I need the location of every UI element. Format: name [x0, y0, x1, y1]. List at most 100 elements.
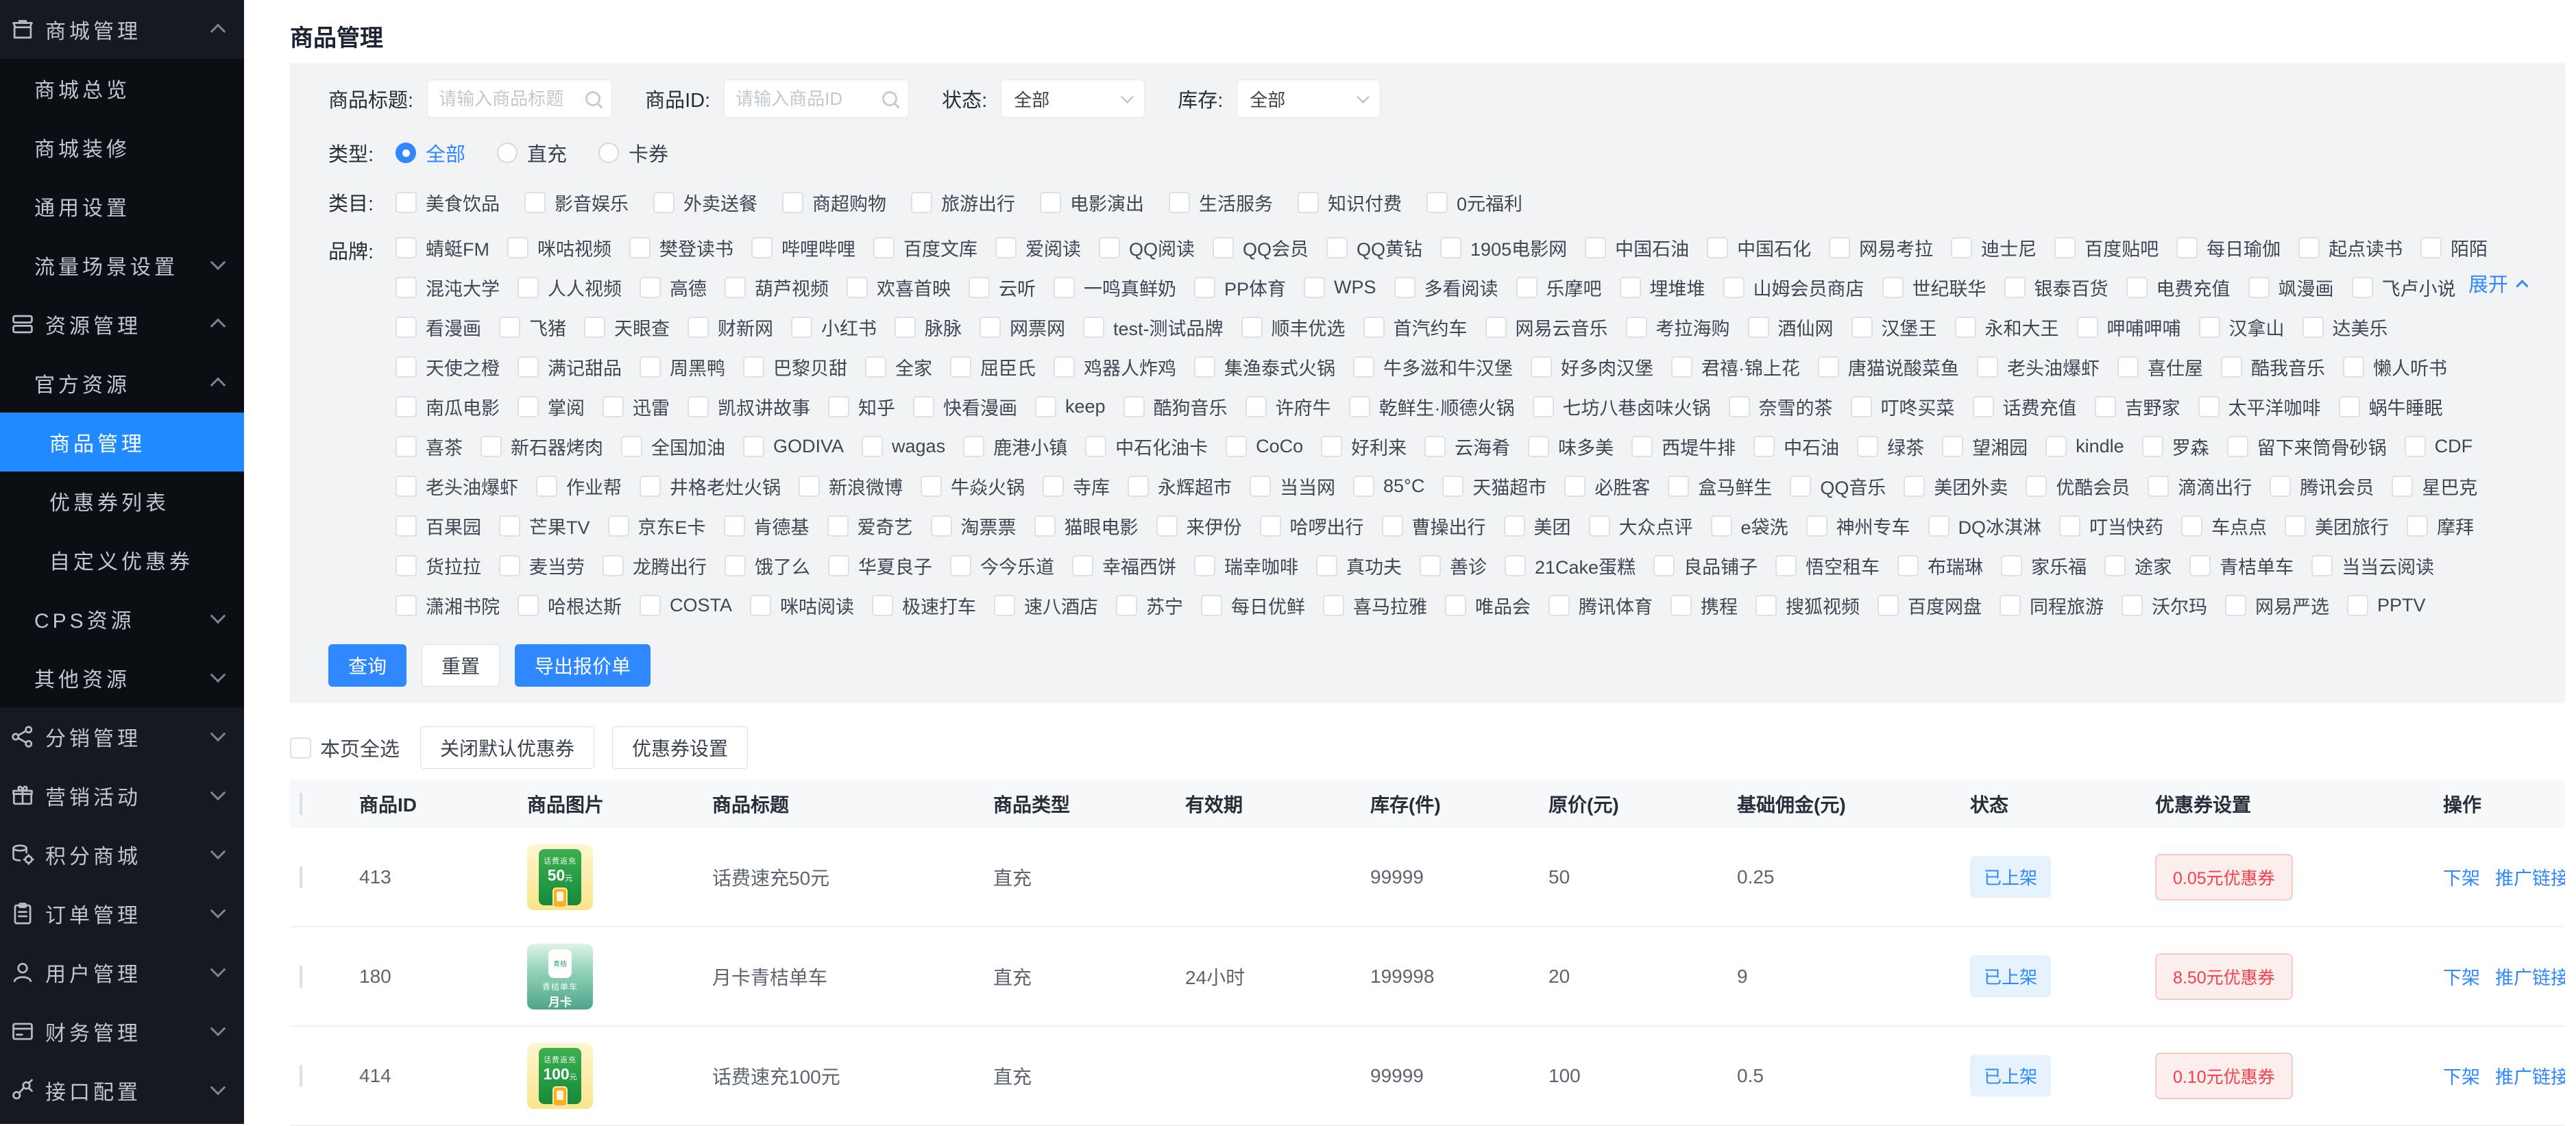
brand-checkbox-item[interactable]: 看漫画	[396, 314, 481, 341]
brand-checkbox-item[interactable]: 老头油爆虾	[1977, 354, 2100, 380]
close-default-coupon-button[interactable]: 关闭默认优惠券	[420, 726, 594, 769]
brand-checkbox-item[interactable]: 苏宁	[1116, 592, 1183, 619]
brand-checkbox-item[interactable]: 好多肉汉堡	[1531, 354, 1653, 380]
promo-link-link[interactable]: 推广链接	[2495, 1067, 2565, 1088]
type-radio-全部[interactable]: 全部	[396, 138, 465, 167]
brand-checkbox-item[interactable]: 幸福西饼	[1072, 552, 1176, 579]
brand-checkbox-item[interactable]: 喜马拉雅	[1323, 592, 1427, 619]
reset-button[interactable]: 重置	[422, 644, 500, 687]
sidebar-item-官方资源[interactable]: 官方资源	[0, 354, 244, 413]
brand-checkbox-item[interactable]: 飞猪	[499, 314, 566, 341]
promo-link-link[interactable]: 推广链接	[2495, 868, 2565, 889]
sidebar-item-订单管理[interactable]: 订单管理	[0, 884, 244, 943]
brand-checkbox-item[interactable]: 优酷会员	[2026, 473, 2130, 500]
brand-checkbox-item[interactable]: 网易严选	[2225, 592, 2329, 619]
brand-checkbox-item[interactable]: 良品铺子	[1653, 552, 1758, 579]
brand-checkbox-item[interactable]: 快看漫画	[913, 393, 1017, 420]
brand-checkbox-item[interactable]: 多看阅读	[1394, 274, 1498, 301]
brand-checkbox-item[interactable]: 21Cake蛋糕	[1505, 552, 1636, 579]
brand-checkbox-item[interactable]: 牛多滋和牛汉堡	[1353, 354, 1513, 380]
promo-link-link[interactable]: 推广链接	[2495, 968, 2565, 988]
brand-checkbox-item[interactable]: 小红书	[791, 314, 877, 341]
brand-checkbox-item[interactable]: 屈臣氏	[950, 354, 1036, 380]
brand-checkbox-item[interactable]: 天眼查	[584, 314, 670, 341]
brand-checkbox-item[interactable]: 乾鲜生·顺德火锅	[1349, 393, 1515, 420]
brand-checkbox-item[interactable]: 布瑞琳	[1897, 552, 1983, 579]
brand-checkbox-item[interactable]: QQ阅读	[1099, 234, 1195, 261]
brand-checkbox-item[interactable]: 埋堆堆	[1620, 274, 1705, 301]
category-checkbox-item[interactable]: 生活服务	[1169, 189, 1273, 216]
export-quotation-button[interactable]: 导出报价单	[515, 644, 651, 687]
brand-checkbox-item[interactable]: 叮当快药	[2059, 513, 2163, 539]
brand-checkbox-item[interactable]: 咪咕阅读	[750, 592, 854, 619]
brand-checkbox-item[interactable]: 来伊份	[1156, 513, 1242, 539]
brand-checkbox-item[interactable]: 懒人听书	[2343, 354, 2447, 380]
brand-checkbox-item[interactable]: 南瓜电影	[396, 393, 500, 420]
brand-checkbox-item[interactable]: 君禧·锦上花	[1671, 354, 1800, 380]
category-checkbox-item[interactable]: 商超购物	[782, 189, 886, 216]
brand-checkbox-item[interactable]: 云听	[969, 274, 1036, 301]
brand-checkbox-item[interactable]: 人人视频	[518, 274, 622, 301]
coupon-settings-button[interactable]: 优惠券设置	[612, 726, 748, 769]
brand-checkbox-item[interactable]: 网票网	[980, 314, 1065, 341]
brand-checkbox-item[interactable]: 华夏良子	[828, 552, 932, 579]
brand-checkbox-item[interactable]: 真功夫	[1316, 552, 1402, 579]
brand-checkbox-item[interactable]: test-测试品牌	[1083, 314, 1224, 341]
brand-checkbox-item[interactable]: 腾讯会员	[2270, 473, 2374, 500]
brand-checkbox-item[interactable]: 猫眼电影	[1034, 513, 1139, 539]
brand-checkbox-item[interactable]: 美团旅行	[2285, 513, 2389, 539]
brand-checkbox-item[interactable]: 太平洋咖啡	[2198, 393, 2321, 420]
brand-checkbox-item[interactable]: DQ冰淇淋	[1928, 513, 2042, 539]
select-all-checkbox[interactable]	[290, 737, 311, 759]
brand-checkbox-item[interactable]: 肯德基	[724, 513, 810, 539]
brand-checkbox-item[interactable]: 酒仙网	[1748, 314, 1834, 341]
sidebar-item-接口配置[interactable]: 接口配置	[0, 1061, 244, 1120]
brand-checkbox-item[interactable]: 天使之橙	[396, 354, 500, 380]
expand-collapse-link[interactable]: 展开	[2468, 269, 2527, 297]
brand-checkbox-item[interactable]: 绿茶	[1857, 433, 1924, 460]
brand-checkbox-item[interactable]: 迅雷	[603, 393, 670, 420]
type-radio-直充[interactable]: 直充	[497, 138, 567, 167]
brand-checkbox-item[interactable]: 飒漫画	[2248, 274, 2334, 301]
category-checkbox-item[interactable]: 旅游出行	[911, 189, 1015, 216]
brand-checkbox-item[interactable]: 当当云阅读	[2311, 552, 2434, 579]
row-checkbox[interactable]	[300, 866, 302, 888]
brand-checkbox-item[interactable]: 奈雪的茶	[1729, 393, 1833, 420]
brand-checkbox-item[interactable]: 美团外卖	[1904, 473, 2008, 500]
brand-checkbox-item[interactable]: 周黑鸭	[640, 354, 725, 380]
brand-checkbox-item[interactable]: 陌陌	[2420, 234, 2488, 261]
brand-checkbox-item[interactable]: 鸡器人炸鸡	[1054, 354, 1176, 380]
row-checkbox[interactable]	[300, 966, 302, 988]
sidebar-item-营销活动[interactable]: 营销活动	[0, 766, 244, 825]
sidebar-item-积分商城[interactable]: 积分商城	[0, 825, 244, 884]
brand-checkbox-item[interactable]: 哈啰出行	[1260, 513, 1364, 539]
brand-checkbox-item[interactable]: 家乐福	[2001, 552, 2087, 579]
sidebar-item-用户管理[interactable]: 用户管理	[0, 943, 244, 1002]
sidebar-item-商城管理[interactable]: 商城管理	[0, 0, 244, 59]
brand-checkbox-item[interactable]: 喜茶	[396, 433, 463, 460]
brand-checkbox-item[interactable]: 必胜客	[1564, 473, 1650, 500]
brand-checkbox-item[interactable]: 全家	[865, 354, 932, 380]
brand-checkbox-item[interactable]: 百度网盘	[1878, 592, 1982, 619]
brand-checkbox-item[interactable]: 搜狐视频	[1755, 592, 1860, 619]
brand-checkbox-item[interactable]: 淘票票	[931, 513, 1017, 539]
select-all-checkbox[interactable]	[300, 793, 302, 815]
brand-checkbox-item[interactable]: 云海肴	[1424, 433, 1510, 460]
brand-checkbox-item[interactable]: 达美乐	[2302, 314, 2388, 341]
brand-checkbox-item[interactable]: COSTA	[640, 595, 732, 616]
brand-checkbox-item[interactable]: 百度贴吧	[2054, 234, 2159, 261]
brand-checkbox-item[interactable]: 携程	[1670, 592, 1738, 619]
brand-checkbox-item[interactable]: 作业帮	[536, 473, 622, 500]
brand-checkbox-item[interactable]: e袋洗	[1711, 513, 1788, 539]
brand-checkbox-item[interactable]: 满记甜品	[518, 354, 622, 380]
brand-checkbox-item[interactable]: 考拉海购	[1626, 314, 1730, 341]
brand-checkbox-item[interactable]: 吉野家	[2095, 393, 2180, 420]
brand-checkbox-item[interactable]: 味多美	[1528, 433, 1614, 460]
brand-checkbox-item[interactable]: 大众点评	[1589, 513, 1693, 539]
product-title-input[interactable]	[439, 88, 580, 110]
brand-checkbox-item[interactable]: 巴黎贝甜	[743, 354, 847, 380]
brand-checkbox-item[interactable]: 百度文库	[873, 234, 977, 261]
brand-checkbox-item[interactable]: 芒果TV	[499, 513, 590, 539]
brand-checkbox-item[interactable]: 百果园	[396, 513, 481, 539]
brand-checkbox-item[interactable]: 西堤牛排	[1631, 433, 1736, 460]
